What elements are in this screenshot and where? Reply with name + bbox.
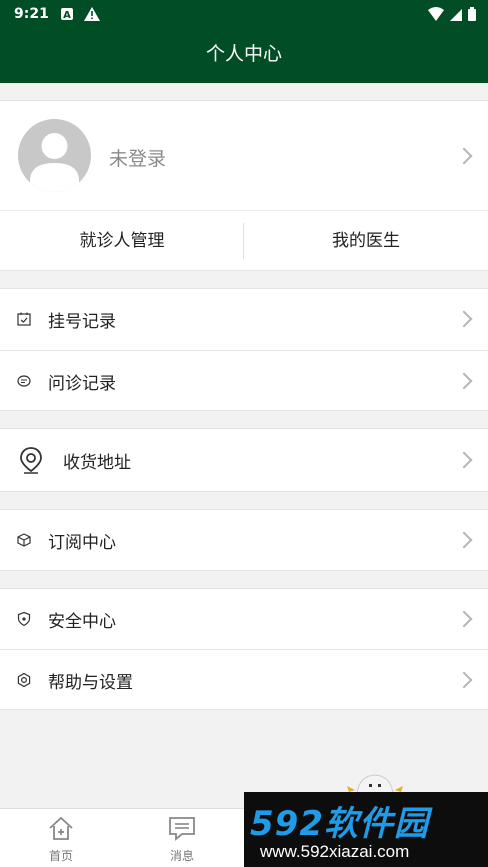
- subscription-group: 订阅中心: [0, 509, 488, 571]
- avatar[interactable]: [18, 119, 91, 192]
- settings-group: 安全中心 帮助与设置: [0, 588, 488, 710]
- title-bar: 个人中心: [0, 30, 488, 83]
- shield-icon: [16, 611, 32, 627]
- records-group: 挂号记录 问诊记录: [0, 288, 488, 411]
- page-title: 个人中心: [205, 43, 282, 65]
- menu-item-label: 收货地址: [63, 453, 131, 473]
- tab-home[interactable]: 首页: [31, 815, 91, 864]
- patient-management-button[interactable]: 就诊人管理: [0, 211, 244, 271]
- menu-item-help-settings[interactable]: 帮助与设置: [0, 650, 488, 710]
- menu-item-label: 安全中心: [48, 612, 116, 632]
- divider: [243, 223, 244, 259]
- chevron-right-icon: [455, 610, 473, 628]
- notification-a-icon: A: [60, 6, 74, 25]
- chevron-right-icon: [455, 451, 473, 469]
- profile-actions: 就诊人管理 我的医生: [0, 210, 488, 271]
- tab-label: 首页: [48, 849, 73, 863]
- svg-text:A: A: [63, 10, 71, 21]
- chevron-right-icon: [455, 372, 473, 390]
- menu-item-consultation-records[interactable]: 问诊记录: [0, 351, 488, 411]
- wifi-icon: [428, 6, 444, 25]
- calendar-check-icon: [16, 311, 32, 327]
- chat-bubble-icon: [16, 373, 32, 389]
- menu-item-label: 挂号记录: [48, 312, 116, 332]
- warning-icon: [84, 6, 100, 25]
- tab-label: 消息: [169, 849, 194, 863]
- menu-item-label: 订阅中心: [48, 533, 116, 553]
- login-status[interactable]: 未登录: [109, 144, 166, 171]
- address-group: 收货地址: [0, 428, 488, 492]
- profile-card: 未登录 就诊人管理 我的医生: [0, 100, 488, 271]
- chevron-right-icon: [455, 671, 473, 689]
- cell-signal-icon: [450, 6, 462, 25]
- location-pin-icon: [18, 446, 44, 474]
- status-bar: 9:21 A: [0, 0, 488, 30]
- menu-item-shipping-address[interactable]: 收货地址: [0, 430, 488, 490]
- default-user-icon: [30, 133, 79, 192]
- profile-chevron-right-icon[interactable]: [455, 147, 473, 165]
- cube-icon: [16, 532, 32, 548]
- watermark-url: www.592xiazai.com: [260, 842, 410, 861]
- my-doctor-button[interactable]: 我的医生: [244, 211, 488, 271]
- menu-item-label: 帮助与设置: [48, 673, 133, 693]
- chevron-right-icon: [455, 531, 473, 549]
- watermark-banner: 592软件园 www.592xiazai.com: [244, 792, 488, 867]
- mascot-image: [345, 772, 405, 795]
- chevron-right-icon: [455, 310, 473, 328]
- menu-item-subscription-center[interactable]: 订阅中心: [0, 510, 488, 570]
- message-icon: [167, 817, 197, 845]
- home-icon: [46, 816, 76, 845]
- settings-gear-icon: [16, 672, 32, 688]
- menu-item-security-center[interactable]: 安全中心: [0, 589, 488, 649]
- watermark-brand: 592软件园: [250, 804, 429, 844]
- battery-icon: [468, 6, 476, 25]
- tab-messages[interactable]: 消息: [152, 815, 212, 864]
- menu-item-label: 问诊记录: [48, 374, 116, 394]
- menu-item-registration-records[interactable]: 挂号记录: [0, 289, 488, 349]
- status-time: 9:21: [14, 6, 49, 22]
